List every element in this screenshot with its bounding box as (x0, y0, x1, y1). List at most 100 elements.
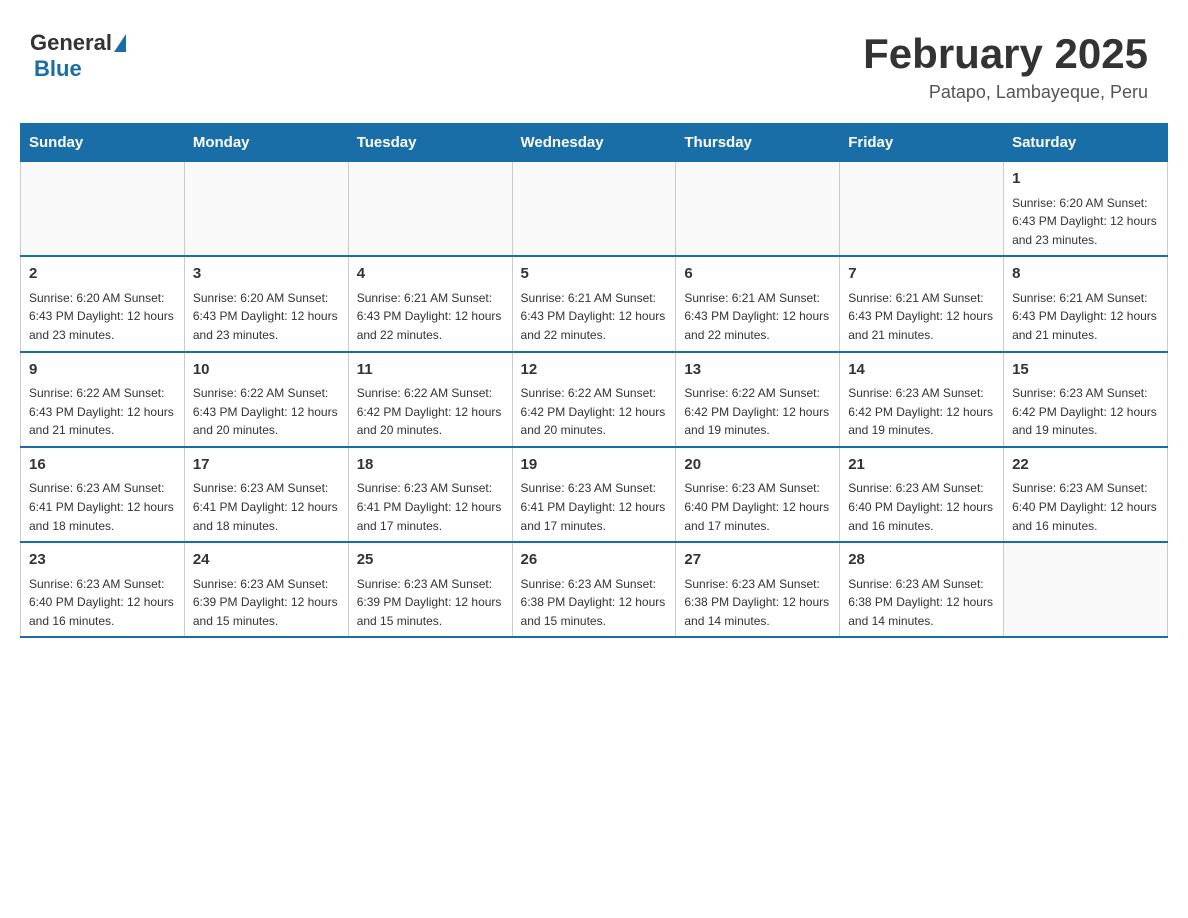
day-info: Sunrise: 6:21 AM Sunset: 6:43 PM Dayligh… (521, 289, 668, 345)
day-number: 4 (357, 263, 504, 286)
day-number: 14 (848, 359, 995, 382)
day-info: Sunrise: 6:20 AM Sunset: 6:43 PM Dayligh… (193, 289, 340, 345)
calendar-table: SundayMondayTuesdayWednesdayThursdayFrid… (20, 123, 1168, 638)
calendar-cell: 11Sunrise: 6:22 AM Sunset: 6:42 PM Dayli… (348, 352, 512, 447)
day-info: Sunrise: 6:23 AM Sunset: 6:39 PM Dayligh… (357, 575, 504, 631)
calendar-cell: 15Sunrise: 6:23 AM Sunset: 6:42 PM Dayli… (1004, 352, 1168, 447)
calendar-cell: 13Sunrise: 6:22 AM Sunset: 6:42 PM Dayli… (676, 352, 840, 447)
day-number: 24 (193, 549, 340, 572)
day-number: 22 (1012, 454, 1159, 477)
calendar-cell (840, 162, 1004, 257)
calendar-cell: 19Sunrise: 6:23 AM Sunset: 6:41 PM Dayli… (512, 447, 676, 542)
day-number: 7 (848, 263, 995, 286)
day-info: Sunrise: 6:22 AM Sunset: 6:42 PM Dayligh… (357, 384, 504, 440)
calendar-cell: 1Sunrise: 6:20 AM Sunset: 6:43 PM Daylig… (1004, 162, 1168, 257)
day-number: 19 (521, 454, 668, 477)
calendar-week-row: 23 Sunrise: 6:23 AM Sunset: 6:40 PM Dayli… (21, 542, 1168, 637)
day-info: Sunrise: 6:21 AM Sunset: 6:43 PM Dayligh… (684, 289, 831, 345)
calendar-cell: 8 Sunrise: 6:21 AM Sunset: 6:43 PM Daylig… (1004, 256, 1168, 351)
calendar-cell: 23 Sunrise: 6:23 AM Sunset: 6:40 PM Dayli… (21, 542, 185, 637)
day-number: 5 (521, 263, 668, 286)
day-number: 6 (684, 263, 831, 286)
calendar-cell (184, 162, 348, 257)
calendar-cell: 20Sunrise: 6:23 AM Sunset: 6:40 PM Dayli… (676, 447, 840, 542)
day-number: 9 (29, 359, 176, 382)
calendar-week-row: 9Sunrise: 6:22 AM Sunset: 6:43 PM Daylig… (21, 352, 1168, 447)
calendar-cell: 21Sunrise: 6:23 AM Sunset: 6:40 PM Dayli… (840, 447, 1004, 542)
calendar-cell: 9Sunrise: 6:22 AM Sunset: 6:43 PM Daylig… (21, 352, 185, 447)
day-info: Sunrise: 6:23 AM Sunset: 6:41 PM Dayligh… (357, 479, 504, 535)
day-info: Sunrise: 6:23 AM Sunset: 6:42 PM Dayligh… (848, 384, 995, 440)
day-info: Sunrise: 6:23 AM Sunset: 6:38 PM Dayligh… (684, 575, 831, 631)
calendar-cell (512, 162, 676, 257)
day-info: Sunrise: 6:23 AM Sunset: 6:40 PM Dayligh… (1012, 479, 1159, 535)
page-header: General Blue February 2025 Patapo, Lamba… (20, 20, 1168, 103)
calendar-title: February 2025 (863, 30, 1148, 78)
calendar-cell: 4 Sunrise: 6:21 AM Sunset: 6:43 PM Daylig… (348, 256, 512, 351)
day-number: 17 (193, 454, 340, 477)
location-subtitle: Patapo, Lambayeque, Peru (863, 82, 1148, 103)
calendar-cell: 12Sunrise: 6:22 AM Sunset: 6:42 PM Dayli… (512, 352, 676, 447)
calendar-cell: 16Sunrise: 6:23 AM Sunset: 6:41 PM Dayli… (21, 447, 185, 542)
day-info: Sunrise: 6:23 AM Sunset: 6:41 PM Dayligh… (193, 479, 340, 535)
day-number: 25 (357, 549, 504, 572)
day-number: 23 (29, 549, 176, 572)
logo-general-text: General (30, 30, 112, 56)
day-info: Sunrise: 6:23 AM Sunset: 6:38 PM Dayligh… (848, 575, 995, 631)
weekday-header-monday: Monday (184, 124, 348, 162)
logo-blue-text: Blue (34, 56, 82, 81)
logo-icon (114, 34, 126, 52)
calendar-cell: 17Sunrise: 6:23 AM Sunset: 6:41 PM Dayli… (184, 447, 348, 542)
calendar-cell (1004, 542, 1168, 637)
calendar-cell: 14Sunrise: 6:23 AM Sunset: 6:42 PM Dayli… (840, 352, 1004, 447)
calendar-cell: 25 Sunrise: 6:23 AM Sunset: 6:39 PM Dayli… (348, 542, 512, 637)
calendar-cell: 27 Sunrise: 6:23 AM Sunset: 6:38 PM Dayli… (676, 542, 840, 637)
calendar-cell: 18Sunrise: 6:23 AM Sunset: 6:41 PM Dayli… (348, 447, 512, 542)
day-number: 27 (684, 549, 831, 572)
day-info: Sunrise: 6:20 AM Sunset: 6:43 PM Dayligh… (29, 289, 176, 345)
calendar-cell: 26 Sunrise: 6:23 AM Sunset: 6:38 PM Dayli… (512, 542, 676, 637)
day-info: Sunrise: 6:23 AM Sunset: 6:39 PM Dayligh… (193, 575, 340, 631)
calendar-week-row: 1Sunrise: 6:20 AM Sunset: 6:43 PM Daylig… (21, 162, 1168, 257)
calendar-cell: 28 Sunrise: 6:23 AM Sunset: 6:38 PM Dayli… (840, 542, 1004, 637)
day-number: 21 (848, 454, 995, 477)
day-info: Sunrise: 6:23 AM Sunset: 6:41 PM Dayligh… (521, 479, 668, 535)
calendar-cell: 3 Sunrise: 6:20 AM Sunset: 6:43 PM Daylig… (184, 256, 348, 351)
day-number: 26 (521, 549, 668, 572)
calendar-cell: 2 Sunrise: 6:20 AM Sunset: 6:43 PM Daylig… (21, 256, 185, 351)
day-number: 12 (521, 359, 668, 382)
calendar-cell: 6 Sunrise: 6:21 AM Sunset: 6:43 PM Daylig… (676, 256, 840, 351)
day-info: Sunrise: 6:21 AM Sunset: 6:43 PM Dayligh… (357, 289, 504, 345)
calendar-cell: 10Sunrise: 6:22 AM Sunset: 6:43 PM Dayli… (184, 352, 348, 447)
day-info: Sunrise: 6:23 AM Sunset: 6:42 PM Dayligh… (1012, 384, 1159, 440)
weekday-header-wednesday: Wednesday (512, 124, 676, 162)
weekday-header-friday: Friday (840, 124, 1004, 162)
day-number: 11 (357, 359, 504, 382)
day-info: Sunrise: 6:23 AM Sunset: 6:40 PM Dayligh… (684, 479, 831, 535)
day-info: Sunrise: 6:23 AM Sunset: 6:40 PM Dayligh… (848, 479, 995, 535)
calendar-cell: 5 Sunrise: 6:21 AM Sunset: 6:43 PM Daylig… (512, 256, 676, 351)
weekday-header-saturday: Saturday (1004, 124, 1168, 162)
day-number: 18 (357, 454, 504, 477)
day-number: 8 (1012, 263, 1159, 286)
day-number: 28 (848, 549, 995, 572)
day-info: Sunrise: 6:22 AM Sunset: 6:42 PM Dayligh… (684, 384, 831, 440)
calendar-week-row: 2 Sunrise: 6:20 AM Sunset: 6:43 PM Daylig… (21, 256, 1168, 351)
weekday-header-row: SundayMondayTuesdayWednesdayThursdayFrid… (21, 124, 1168, 162)
weekday-header-thursday: Thursday (676, 124, 840, 162)
day-info: Sunrise: 6:21 AM Sunset: 6:43 PM Dayligh… (1012, 289, 1159, 345)
day-number: 20 (684, 454, 831, 477)
day-number: 2 (29, 263, 176, 286)
day-info: Sunrise: 6:23 AM Sunset: 6:38 PM Dayligh… (521, 575, 668, 631)
calendar-cell: 22Sunrise: 6:23 AM Sunset: 6:40 PM Dayli… (1004, 447, 1168, 542)
day-number: 3 (193, 263, 340, 286)
day-number: 15 (1012, 359, 1159, 382)
calendar-cell (348, 162, 512, 257)
calendar-cell (21, 162, 185, 257)
day-info: Sunrise: 6:20 AM Sunset: 6:43 PM Dayligh… (1012, 194, 1159, 250)
calendar-cell (676, 162, 840, 257)
day-info: Sunrise: 6:23 AM Sunset: 6:40 PM Dayligh… (29, 575, 176, 631)
day-number: 16 (29, 454, 176, 477)
weekday-header-sunday: Sunday (21, 124, 185, 162)
title-block: February 2025 Patapo, Lambayeque, Peru (863, 30, 1148, 103)
